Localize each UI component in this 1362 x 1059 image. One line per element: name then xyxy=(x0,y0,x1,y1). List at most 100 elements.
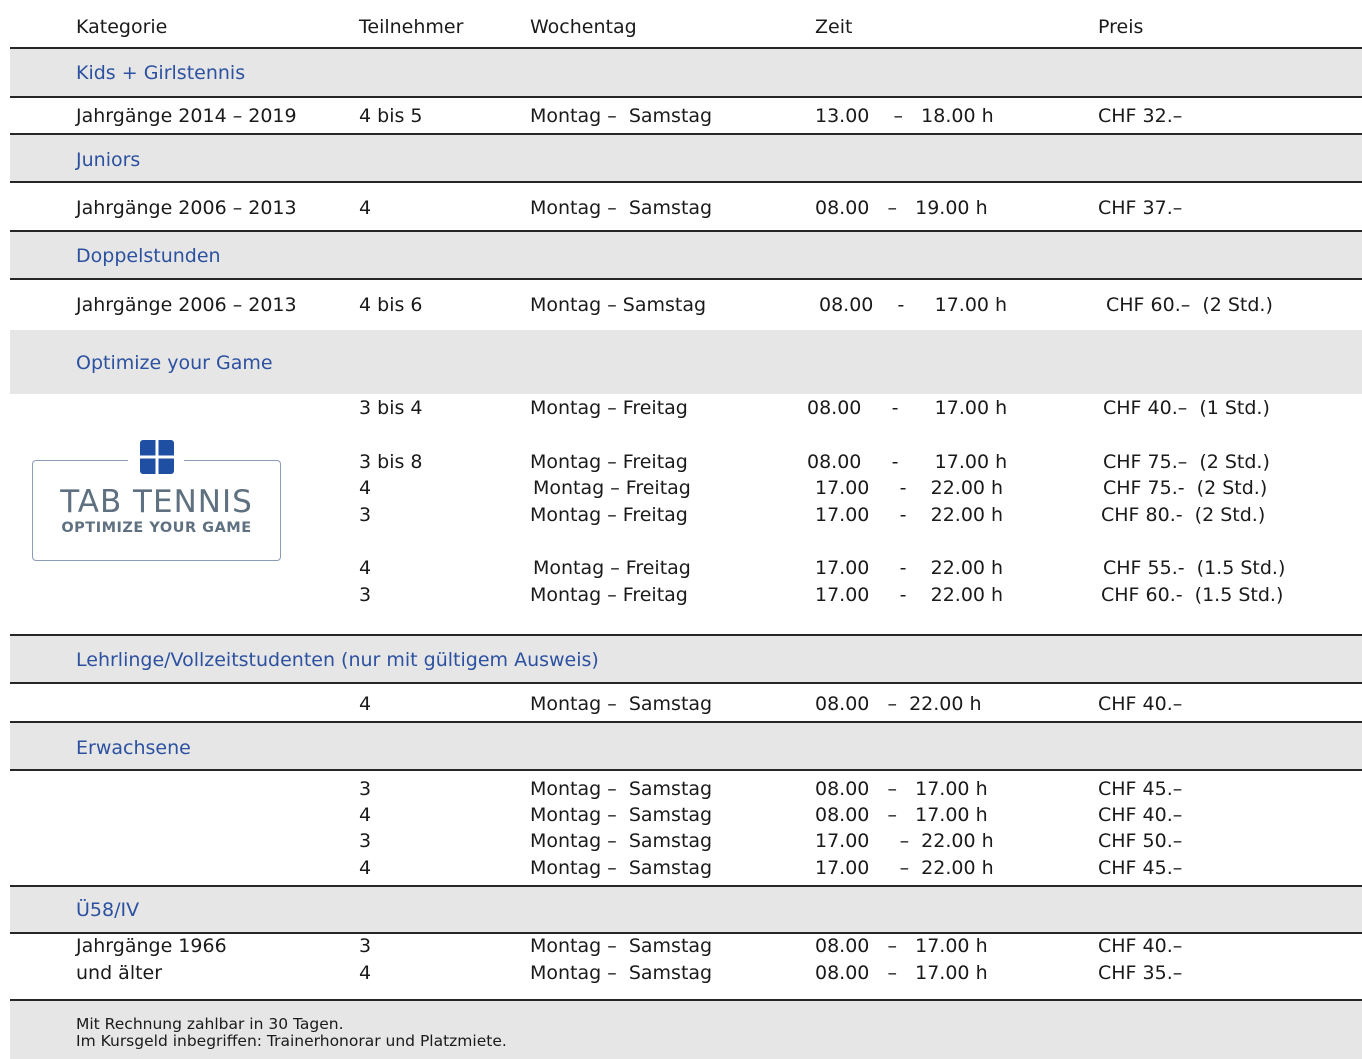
section-band-u58 xyxy=(10,887,1362,932)
cell-wochentag: Montag – Samstag xyxy=(530,105,713,127)
cell-zeit: 17.00 - 22.00 h xyxy=(815,584,1004,606)
cell-zeit: 08.00 – 22.00 h xyxy=(815,693,982,715)
cell-teilnehmer: 4 xyxy=(359,804,372,826)
cell-zeit: 13.00 – 18.00 h xyxy=(815,105,994,127)
divider xyxy=(10,721,1362,723)
cell-wochentag: Montag – Freitag xyxy=(533,557,691,579)
cell-zeit: 17.00 - 22.00 h xyxy=(815,557,1004,579)
cell-teilnehmer: 4 bis 5 xyxy=(359,105,423,127)
cell-preis: CHF 45.– xyxy=(1098,857,1183,879)
cell-kategorie: Jahrgänge 2006 – 2013 xyxy=(76,294,297,316)
cell-wochentag: Montag – Freitag xyxy=(530,504,688,526)
cell-preis: CHF 60.- (1.5 Std.) xyxy=(1101,584,1284,606)
cell-teilnehmer: 3 bis 8 xyxy=(359,451,423,473)
cell-preis: CHF 60.– (2 Std.) xyxy=(1106,294,1273,316)
cell-teilnehmer: 3 xyxy=(359,830,372,852)
cell-zeit: 08.00 – 19.00 h xyxy=(815,197,988,219)
divider xyxy=(10,278,1362,280)
cell-wochentag: Montag – Freitag xyxy=(530,397,688,419)
cell-wochentag: Montag – Samstag xyxy=(530,778,713,800)
col-header-teilnehmer: Teilnehmer xyxy=(359,16,464,38)
cell-preis: CHF 55.- (1.5 Std.) xyxy=(1103,557,1286,579)
cell-kategorie: Jahrgänge 1966 xyxy=(76,935,227,957)
logo-subtitle: OPTIMIZE YOUR GAME xyxy=(61,520,252,536)
cell-preis: CHF 40.– xyxy=(1098,935,1183,957)
divider xyxy=(10,885,1362,887)
col-header-wochentag: Wochentag xyxy=(530,16,637,38)
section-title-kids: Kids + Girlstennis xyxy=(76,62,246,84)
divider xyxy=(10,634,1362,636)
divider xyxy=(10,769,1362,771)
cell-zeit: 17.00 – 22.00 h xyxy=(815,830,994,852)
cell-zeit: 17.00 - 22.00 h xyxy=(815,504,1004,526)
cell-zeit: 08.00 - 17.00 h xyxy=(807,397,1008,419)
cell-teilnehmer: 3 xyxy=(359,935,372,957)
cell-wochentag: Montag – Samstag xyxy=(530,830,713,852)
cell-preis: CHF 50.– xyxy=(1098,830,1183,852)
cell-wochentag: Montag – Samstag xyxy=(530,294,707,316)
cell-zeit: 08.00 – 17.00 h xyxy=(815,962,988,984)
cell-preis: CHF 45.– xyxy=(1098,778,1183,800)
cell-preis: CHF 35.– xyxy=(1098,962,1183,984)
cell-wochentag: Montag – Freitag xyxy=(530,584,688,606)
cell-wochentag: Montag – Freitag xyxy=(533,477,691,499)
section-title-optimize: Optimize your Game xyxy=(76,352,273,374)
divider xyxy=(10,96,1362,98)
cell-teilnehmer: 4 xyxy=(359,857,372,879)
cell-zeit: 08.00 – 17.00 h xyxy=(815,804,988,826)
footer-included-note: Im Kursgeld inbegriffen: Trainerhonorar … xyxy=(76,1032,507,1050)
cell-preis: CHF 40.– xyxy=(1098,693,1183,715)
cell-teilnehmer: 4 xyxy=(359,693,372,715)
cell-zeit: 17.00 - 22.00 h xyxy=(815,477,1004,499)
cell-teilnehmer: 4 xyxy=(359,557,372,579)
col-header-preis: Preis xyxy=(1098,16,1144,38)
cell-teilnehmer: 3 bis 4 xyxy=(359,397,423,419)
cell-zeit: 08.00 - 17.00 h xyxy=(807,451,1008,473)
divider xyxy=(10,230,1362,232)
cell-wochentag: Montag – Samstag xyxy=(530,693,713,715)
cell-teilnehmer: 3 xyxy=(359,504,372,526)
cell-kategorie: und älter xyxy=(76,962,163,984)
section-band-juniors xyxy=(10,135,1362,181)
cell-kategorie: Jahrgänge 2014 – 2019 xyxy=(76,105,297,127)
cell-wochentag: Montag – Samstag xyxy=(530,857,713,879)
cell-preis: CHF 40.– (1 Std.) xyxy=(1103,397,1270,419)
cell-teilnehmer: 3 xyxy=(359,584,372,606)
col-header-kategorie: Kategorie xyxy=(76,16,168,38)
cell-preis: CHF 32.– xyxy=(1098,105,1183,127)
cell-preis: CHF 37.– xyxy=(1098,197,1183,219)
section-title-doppelstunden: Doppelstunden xyxy=(76,245,221,267)
cell-preis: CHF 40.– xyxy=(1098,804,1183,826)
cell-wochentag: Montag – Freitag xyxy=(530,451,688,473)
cell-teilnehmer: 3 xyxy=(359,778,372,800)
divider xyxy=(10,999,1362,1001)
section-title-u58: Ü58/IV xyxy=(76,899,140,921)
cell-teilnehmer: 4 xyxy=(359,197,372,219)
cell-zeit: 08.00 – 17.00 h xyxy=(815,778,988,800)
section-band-erwachsene xyxy=(10,723,1362,770)
cell-preis: CHF 75.- (2 Std.) xyxy=(1103,477,1268,499)
cell-teilnehmer: 4 bis 6 xyxy=(359,294,423,316)
cell-preis: CHF 80.- (2 Std.) xyxy=(1101,504,1266,526)
cell-teilnehmer: 4 xyxy=(359,962,372,984)
cell-zeit: 17.00 – 22.00 h xyxy=(815,857,994,879)
divider xyxy=(10,682,1362,684)
cell-wochentag: Montag – Samstag xyxy=(530,804,713,826)
col-header-zeit: Zeit xyxy=(815,16,853,38)
section-title-erwachsene: Erwachsene xyxy=(76,737,191,759)
cell-wochentag: Montag – Samstag xyxy=(530,962,713,984)
divider xyxy=(10,133,1362,135)
logo-mark-icon xyxy=(140,440,174,474)
section-title-lehrlinge: Lehrlinge/Vollzeitstudenten (nur mit gül… xyxy=(76,649,599,671)
footer-payment-note: Mit Rechnung zahlbar in 30 Tagen. xyxy=(76,1015,344,1033)
cell-preis: CHF 75.– (2 Std.) xyxy=(1103,451,1270,473)
cell-wochentag: Montag – Samstag xyxy=(530,935,713,957)
section-title-juniors: Juniors xyxy=(76,149,141,171)
cell-teilnehmer: 4 xyxy=(359,477,372,499)
logo-title: TAB TENNIS xyxy=(60,484,253,520)
divider xyxy=(10,181,1362,183)
cell-kategorie: Jahrgänge 2006 – 2013 xyxy=(76,197,297,219)
cell-wochentag: Montag – Samstag xyxy=(530,197,713,219)
cell-zeit: 08.00 – 17.00 h xyxy=(815,935,988,957)
divider xyxy=(10,47,1362,49)
